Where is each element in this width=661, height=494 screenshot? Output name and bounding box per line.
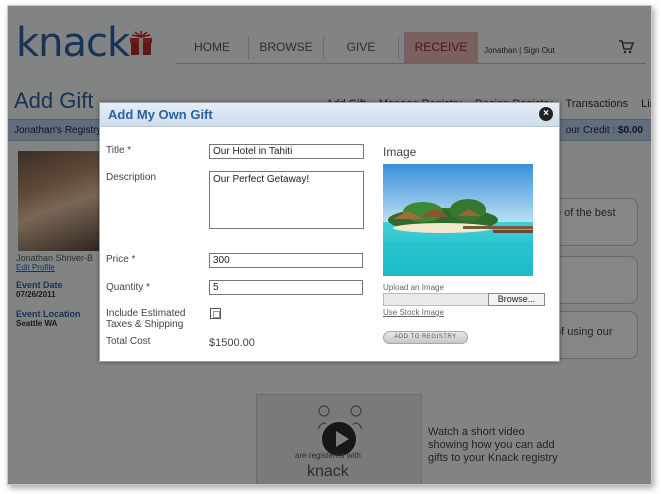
use-stock-image-link[interactable]: Use Stock Image: [383, 308, 444, 317]
add-to-registry-button[interactable]: ADD TO REGISTRY: [383, 331, 468, 344]
close-icon[interactable]: ×: [539, 107, 553, 121]
shipping-checkbox[interactable]: [210, 308, 221, 319]
shipping-label-line-2: Taxes & Shipping: [106, 319, 184, 330]
browse-button[interactable]: Browse...: [488, 293, 545, 306]
shipping-label-line-1: Include Estimated: [106, 308, 186, 319]
add-gift-modal: Add My Own Gift × Title * Description Ou…: [99, 102, 560, 362]
title-label: Title *: [106, 145, 132, 156]
file-path-input[interactable]: [383, 293, 489, 306]
price-label: Price *: [106, 254, 136, 265]
quantity-label: Quantity *: [106, 282, 150, 293]
total-value: $1500.00: [209, 337, 255, 349]
page-background: knack HOME BROWSE GIVE RECEIVE Jonathan …: [8, 6, 651, 484]
image-heading: Image: [383, 145, 417, 159]
modal-header: Add My Own Gift ×: [100, 103, 559, 127]
browser-frame: knack HOME BROWSE GIVE RECEIVE Jonathan …: [7, 5, 652, 485]
title-input[interactable]: [209, 144, 364, 159]
price-input[interactable]: [209, 253, 363, 268]
gift-image-preview: [383, 164, 533, 276]
modal-title: Add My Own Gift: [108, 107, 213, 122]
description-input[interactable]: Our Perfect Getaway!: [209, 171, 364, 229]
quantity-input[interactable]: [209, 280, 363, 295]
description-label: Description: [106, 172, 157, 183]
upload-image-label: Upload an Image: [383, 283, 444, 292]
total-label: Total Cost: [106, 336, 151, 347]
